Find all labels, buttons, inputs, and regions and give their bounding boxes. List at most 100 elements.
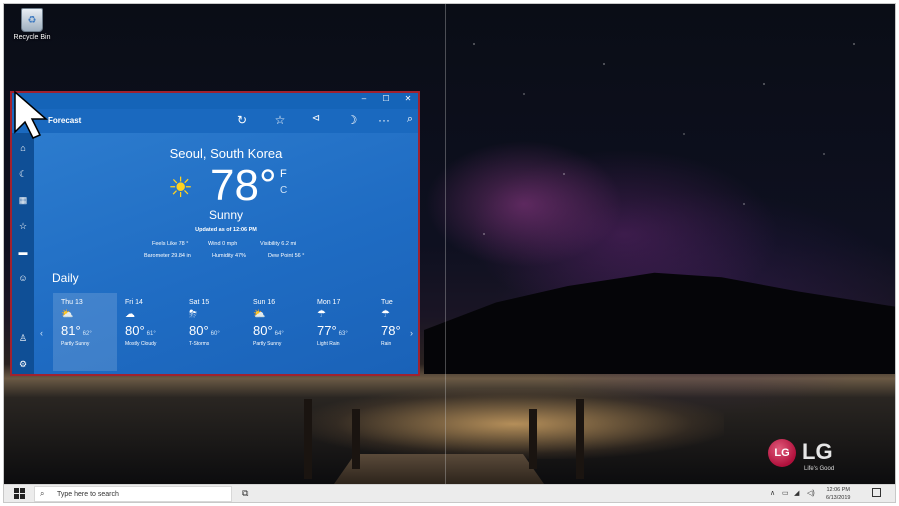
scroll-left-icon[interactable]: ‹ — [40, 328, 43, 338]
home-icon[interactable]: ⌂ — [17, 143, 29, 153]
day-name: Fri 14 — [125, 299, 143, 306]
day-high: 78° — [381, 323, 401, 338]
mouse-cursor-icon — [14, 90, 49, 139]
more-options-icon[interactable]: ··· — [376, 113, 392, 127]
battery-icon[interactable]: ▭ — [782, 489, 789, 497]
current-condition: Sunny — [208, 208, 244, 222]
refresh-icon[interactable]: ↻ — [234, 113, 250, 127]
search-placeholder: Type here to search — [57, 491, 119, 498]
daily-forecast-strip: Thu 13 ⛅ 81° 62° Partly Sunny Fri 14 ☁ 80… — [53, 293, 418, 371]
settings-gear-icon[interactable]: ⚙ — [17, 359, 29, 370]
system-clock[interactable]: 12:06 PM 6/13/2019 — [826, 486, 850, 502]
action-center-icon[interactable] — [872, 488, 881, 497]
day-high: 80° 60° — [189, 323, 220, 338]
detail-wind: Wind 0 mph — [208, 241, 237, 247]
day-condition: Partly Sunny — [61, 341, 90, 347]
day-low: 61° — [146, 331, 156, 337]
app-navbar: Forecast ↻ ☆ ⊲ ☽ ··· ⌕ — [12, 109, 418, 133]
detail-label: Humidity — [212, 253, 234, 259]
lg-logo: LG LG Life's Good — [768, 437, 878, 477]
storm-icon: ⛈ — [189, 309, 197, 320]
updated-time: Updated as of 12:06 PM — [195, 227, 257, 233]
window-titlebar[interactable]: – ☐ ✕ — [12, 93, 418, 109]
network-icon[interactable]: ◢ — [794, 489, 799, 497]
day-card-sat[interactable]: Sat 15 ⛈ 80° 60° T-Storms — [181, 293, 245, 371]
maximize-button[interactable]: ☐ — [378, 94, 394, 103]
news-icon[interactable]: ☺ — [17, 273, 29, 283]
forecast-icon[interactable]: ☾ — [17, 169, 29, 180]
task-view-icon[interactable]: ⧉ — [242, 488, 248, 499]
show-hidden-icons-icon[interactable]: ∧ — [770, 489, 775, 497]
search-icon: ⌕ — [40, 489, 45, 498]
snap-divider — [445, 4, 446, 484]
day-card-sun[interactable]: Sun 16 ⛅ 80° 64° Partly Sunny — [245, 293, 309, 371]
detail-value: 56 ° — [294, 253, 305, 259]
places-icon[interactable]: ▬ — [17, 247, 29, 257]
day-low: 62° — [82, 331, 92, 337]
side-rail: ⌂ ☾ ▦ ☆ ▬ ☺ ♙ ⚙ — [12, 133, 34, 374]
partly-sunny-icon: ⛅ — [61, 309, 74, 320]
desktop[interactable]: ♻ Recycle Bin – ☐ ✕ Forecast ↻ ☆ ⊲ ☽ ···… — [4, 4, 895, 484]
volume-icon[interactable]: ◁) — [807, 489, 815, 497]
day-condition: Mostly Cloudy — [125, 341, 157, 347]
lg-wordmark: LG — [802, 439, 833, 464]
rain-icon: ☂ — [381, 309, 390, 320]
cloudy-icon: ☁ — [125, 309, 135, 320]
day-name: Tue — [381, 299, 393, 306]
day-card-fri[interactable]: Fri 14 ☁ 80° 61° Mostly Cloudy — [117, 293, 181, 371]
rain-icon: ☂ — [317, 309, 326, 320]
detail-value: 0 mph — [222, 241, 238, 247]
unit-celsius[interactable]: C — [280, 185, 287, 196]
day-condition: Partly Sunny — [253, 341, 282, 347]
detail-visibility: Visibility 6.2 mi — [260, 241, 296, 247]
detail-dew-point: Dew Point 56 ° — [268, 253, 304, 259]
detail-humidity: Humidity 47% — [212, 253, 246, 259]
sunny-icon: ☀ — [168, 172, 194, 203]
account-icon[interactable]: ♙ — [17, 333, 29, 344]
nav-heading: Forecast — [48, 116, 82, 125]
weather-app-window[interactable]: – ☐ ✕ Forecast ↻ ☆ ⊲ ☽ ··· ⌕ ⌂ ☾ ▦ ☆ ▬ ☺… — [10, 91, 420, 376]
detail-value: 78 ° — [178, 241, 189, 247]
search-icon[interactable]: ⌕ — [402, 113, 418, 126]
close-button[interactable]: ✕ — [400, 94, 416, 103]
wallpaper-post — [529, 409, 537, 469]
start-windows-icon[interactable] — [14, 488, 25, 499]
clock-time: 12:06 PM — [826, 487, 850, 493]
detail-value: 47% — [234, 253, 246, 259]
detail-label: Barometer — [144, 253, 170, 259]
maps-icon[interactable]: ▦ — [17, 195, 29, 206]
detail-feels-like: Feels Like 78 ° — [152, 241, 188, 247]
favorite-star-icon[interactable]: ☆ — [272, 113, 288, 127]
lg-tagline: Life's Good — [804, 466, 835, 472]
day-card-tue[interactable]: Tue ☂ 78° Rain — [373, 293, 418, 371]
location-title: Seoul, South Korea — [169, 146, 283, 161]
day-high: 80° 64° — [253, 323, 284, 338]
wallpaper-post — [304, 399, 312, 479]
detail-label: Dew Point — [268, 253, 294, 259]
day-card-mon[interactable]: Mon 17 ☂ 77° 63° Light Rain — [309, 293, 373, 371]
wallpaper-dock — [334, 454, 544, 484]
screen-frame: ♻ Recycle Bin – ☐ ✕ Forecast ↻ ☆ ⊲ ☽ ···… — [3, 3, 896, 503]
day-low: 60° — [210, 331, 220, 337]
detail-barometer: Barometer 29.84 in — [144, 253, 191, 259]
day-condition: T-Storms — [189, 341, 210, 347]
historical-icon[interactable]: ☆ — [17, 221, 29, 232]
taskbar-search-box[interactable]: ⌕ Type here to search — [34, 486, 232, 502]
day-name: Thu 13 — [61, 299, 83, 306]
day-name: Sun 16 — [253, 299, 276, 306]
detail-label: Visibility — [260, 241, 280, 247]
recycle-bin-shortcut[interactable]: ♻ Recycle Bin — [10, 8, 54, 41]
detail-value: 6.2 mi — [281, 241, 297, 247]
day-high: 81° 62° — [61, 323, 92, 338]
clock-date: 6/13/2019 — [826, 495, 851, 501]
wallpaper-lake-glow — [304, 389, 724, 459]
minimize-button[interactable]: – — [356, 94, 372, 103]
recycle-bin-icon: ♻ — [21, 8, 43, 32]
day-card-thu[interactable]: Thu 13 ⛅ 81° 62° Partly Sunny — [53, 293, 117, 371]
day-low: 63° — [338, 331, 348, 337]
partly-sunny-icon: ⛅ — [253, 309, 266, 320]
unit-fahrenheit[interactable]: F — [280, 168, 287, 180]
current-temperature: 78° — [210, 161, 277, 210]
pin-icon[interactable]: ⊲ — [308, 113, 324, 124]
theme-moon-icon[interactable]: ☽ — [344, 113, 360, 127]
